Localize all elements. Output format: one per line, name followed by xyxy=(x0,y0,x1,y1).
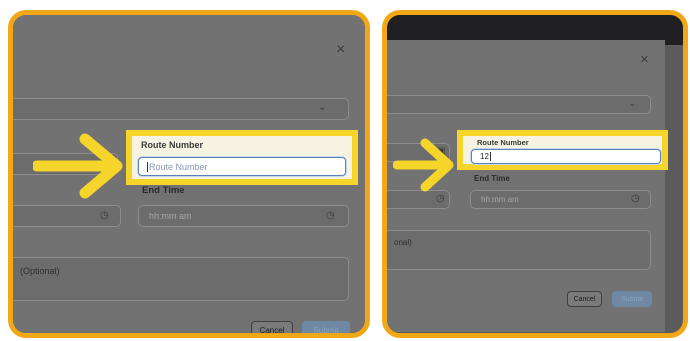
end-time-input[interactable]: hh:mm am ◷ xyxy=(470,190,651,209)
step-2-panel: × ⌄ ▣ ◷ End Time hh:mm am ◷ onal) Cancel… xyxy=(382,10,688,338)
end-time-input[interactable]: hh:mm am ◷ xyxy=(138,205,349,227)
end-time-label: End Time xyxy=(474,174,510,183)
route-number-input[interactable]: Route Number xyxy=(138,157,346,176)
step-1-panel: × ⌄ ▣ ◷ End Time hh:mm am ◷ (Optional) C… xyxy=(8,10,370,338)
highlight-box: Route Number 12 xyxy=(457,130,668,170)
end-time-placeholder: hh:mm am xyxy=(481,195,519,204)
notes-textarea[interactable]: (Optional) xyxy=(13,257,349,301)
highlight-box: Route Number Route Number xyxy=(126,130,358,185)
notes-placeholder: (Optional) xyxy=(20,266,60,276)
submit-button[interactable]: Submit xyxy=(612,291,652,307)
route-number-label: Route Number xyxy=(477,138,529,147)
end-time-placeholder: hh:mm am xyxy=(149,211,192,221)
chevron-down-icon: ⌄ xyxy=(318,102,327,113)
route-number-input[interactable]: 12 xyxy=(471,149,661,164)
submit-button[interactable]: Submit xyxy=(302,321,350,333)
clock-icon[interactable]: ◷ xyxy=(326,211,335,221)
text-cursor xyxy=(147,161,148,172)
route-number-placeholder: Route Number xyxy=(149,161,208,172)
arrow-icon xyxy=(393,138,454,192)
clock-icon[interactable]: ◷ xyxy=(100,211,109,221)
end-time-label: End Time xyxy=(142,185,185,196)
start-time-input[interactable]: ◷ xyxy=(13,205,121,227)
route-number-value: 12 xyxy=(480,152,489,161)
arrow-icon xyxy=(33,133,123,199)
close-icon[interactable]: × xyxy=(336,42,345,58)
clock-icon[interactable]: ◷ xyxy=(631,194,640,204)
cancel-button[interactable]: Cancel xyxy=(567,291,602,307)
text-cursor xyxy=(489,152,491,161)
chevron-down-icon: ⌄ xyxy=(628,98,637,109)
route-number-label: Route Number xyxy=(141,140,204,150)
type-select[interactable]: ⌄ xyxy=(13,98,349,120)
close-icon[interactable]: × xyxy=(640,52,649,67)
type-select[interactable]: ⌄ xyxy=(387,95,651,114)
cancel-button[interactable]: Cancel xyxy=(251,321,293,333)
clock-icon[interactable]: ◷ xyxy=(436,194,445,204)
notes-placeholder: onal) xyxy=(394,238,412,247)
notes-textarea[interactable]: onal) xyxy=(387,230,651,270)
